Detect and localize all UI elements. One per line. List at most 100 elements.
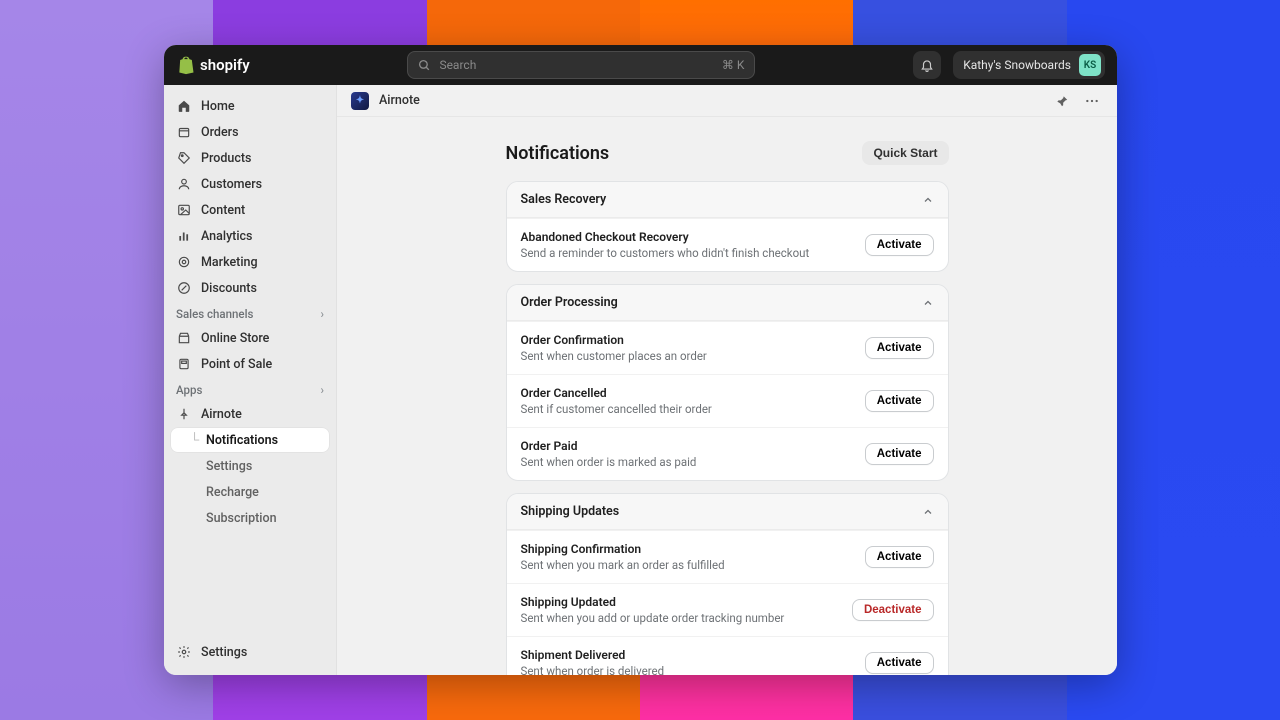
- chevron-right-icon: ›: [321, 383, 324, 397]
- sidebar-item-label: Customers: [201, 177, 262, 192]
- sidebar-item-discounts[interactable]: Discounts: [164, 275, 336, 301]
- avatar: KS: [1079, 54, 1101, 76]
- sidebar-sub-recharge[interactable]: Recharge: [170, 479, 330, 505]
- section-header[interactable]: Order Processing: [507, 285, 948, 321]
- sidebar-item-label: Products: [201, 151, 251, 166]
- row-desc: Sent when order is delivered: [521, 664, 855, 675]
- image-icon: [176, 203, 192, 217]
- notification-section: Order Processing Order Confirmation Sent w…: [506, 284, 949, 481]
- sidebar-item-home[interactable]: Home: [164, 93, 336, 119]
- shopify-bag-icon: [176, 55, 196, 75]
- row-desc: Sent if customer cancelled their order: [521, 402, 855, 416]
- page-title: Notifications: [506, 143, 610, 164]
- row-title: Shipping Confirmation: [521, 542, 855, 556]
- activate-button[interactable]: Activate: [865, 234, 934, 256]
- section-header[interactable]: Shipping Updates: [507, 494, 948, 530]
- chart-icon: [176, 229, 192, 243]
- sidebar-item-label: Discounts: [201, 281, 257, 296]
- section-title: Order Processing: [521, 295, 618, 310]
- row-desc: Sent when you add or update order tracki…: [521, 611, 842, 625]
- section-title: Sales Recovery: [521, 192, 607, 207]
- row-desc: Send a reminder to customers who didn't …: [521, 246, 855, 260]
- notification-row: Abandoned Checkout Recovery Send a remind…: [507, 218, 948, 271]
- activate-button[interactable]: Activate: [865, 390, 934, 412]
- store-switcher[interactable]: Kathy's Snowboards KS: [953, 51, 1105, 79]
- row-title: Order Confirmation: [521, 333, 855, 347]
- notification-section: Shipping UpdatesShipping ConfirmationSen…: [506, 493, 949, 675]
- sidebar-item-label: Point of Sale: [201, 357, 272, 372]
- notification-row: Shipping UpdatedSent when you add or upd…: [507, 583, 948, 636]
- tree-connector-icon: └: [190, 432, 198, 448]
- search-placeholder: Search: [439, 58, 476, 72]
- deactivate-button[interactable]: Deactivate: [852, 599, 934, 621]
- chevron-up-icon: [922, 506, 934, 518]
- sidebar: Home Orders Products Customers Content A…: [164, 85, 337, 675]
- search-kbd-hint: ⌘ K: [722, 58, 745, 72]
- sidebar-item-airnote[interactable]: Airnote: [164, 401, 336, 427]
- section-label: Sales channels: [176, 307, 253, 321]
- notifications-bell[interactable]: [913, 51, 941, 79]
- sidebar-item-label: Home: [201, 99, 235, 114]
- sidebar-item-orders[interactable]: Orders: [164, 119, 336, 145]
- store-icon: [176, 331, 192, 345]
- notification-row: Order Cancelled Sent if customer cancelle…: [507, 374, 948, 427]
- store-name: Kathy's Snowboards: [963, 58, 1071, 72]
- activate-button[interactable]: Activate: [865, 652, 934, 674]
- sidebar-item-label: Analytics: [201, 229, 253, 244]
- pin-icon: [176, 407, 192, 421]
- row-title: Order Cancelled: [521, 386, 855, 400]
- sidebar-item-analytics[interactable]: Analytics: [164, 223, 336, 249]
- row-title: Shipment Delivered: [521, 648, 855, 662]
- bell-icon: [920, 58, 934, 72]
- section-header[interactable]: Sales Recovery: [507, 182, 948, 218]
- content: ✦ Airnote Notifications Quick Start Sale…: [337, 85, 1117, 675]
- pos-icon: [176, 357, 192, 371]
- sidebar-item-content[interactable]: Content: [164, 197, 336, 223]
- more-button[interactable]: [1081, 90, 1103, 112]
- row-desc: Sent when customer places an order: [521, 349, 855, 363]
- pin-button[interactable]: [1051, 90, 1073, 112]
- quick-start-button[interactable]: Quick Start: [862, 141, 948, 165]
- sidebar-item-pos[interactable]: Point of Sale: [164, 351, 336, 377]
- sidebar-section-apps[interactable]: Apps›: [164, 377, 336, 401]
- row-title: Abandoned Checkout Recovery: [521, 230, 855, 244]
- activate-button[interactable]: Activate: [865, 337, 934, 359]
- sidebar-item-label: Marketing: [201, 255, 258, 270]
- tag-icon: [176, 151, 192, 165]
- gear-icon: [176, 645, 192, 659]
- discount-icon: [176, 281, 192, 295]
- home-icon: [176, 99, 192, 113]
- sidebar-sub-label: Subscription: [206, 511, 277, 526]
- row-desc: Sent when order is marked as paid: [521, 455, 855, 469]
- chevron-right-icon: ›: [321, 307, 324, 321]
- sidebar-sub-subscription[interactable]: Subscription: [170, 505, 330, 531]
- sidebar-sub-notifications[interactable]: └ Notifications: [170, 427, 330, 453]
- orders-icon: [176, 125, 192, 139]
- notification-row: Order Confirmation Sent when customer pla…: [507, 321, 948, 374]
- sidebar-item-marketing[interactable]: Marketing: [164, 249, 336, 275]
- topbar: shopify Search ⌘ K Kathy's Snowboards KS: [164, 45, 1117, 85]
- sidebar-section-sales-channels[interactable]: Sales channels ›: [164, 301, 336, 325]
- sidebar-sub-label: Notifications: [206, 433, 278, 448]
- target-icon: [176, 255, 192, 269]
- brand-logo[interactable]: shopify: [176, 55, 250, 75]
- sidebar-item-label: Airnote: [201, 407, 242, 422]
- activate-button[interactable]: Activate: [865, 546, 934, 568]
- notification-row: Shipping ConfirmationSent when you mark …: [507, 530, 948, 583]
- sidebar-item-settings[interactable]: Settings: [164, 639, 336, 665]
- sidebar-item-label: Content: [201, 203, 245, 218]
- sidebar-item-products[interactable]: Products: [164, 145, 336, 171]
- chevron-up-icon: [922, 194, 934, 206]
- sidebar-item-customers[interactable]: Customers: [164, 171, 336, 197]
- notification-section: Sales Recovery Abandoned Checkout Recover…: [506, 181, 949, 272]
- person-icon: [176, 177, 192, 191]
- content-header: ✦ Airnote: [337, 85, 1117, 117]
- sidebar-sub-label: Recharge: [206, 485, 259, 500]
- sidebar-sub-settings[interactable]: Settings: [170, 453, 330, 479]
- row-title: Order Paid: [521, 439, 855, 453]
- activate-button[interactable]: Activate: [865, 443, 934, 465]
- sidebar-item-online-store[interactable]: Online Store: [164, 325, 336, 351]
- search-icon: [418, 59, 431, 72]
- search-input[interactable]: Search ⌘ K: [407, 51, 755, 79]
- section-title: Shipping Updates: [521, 504, 620, 519]
